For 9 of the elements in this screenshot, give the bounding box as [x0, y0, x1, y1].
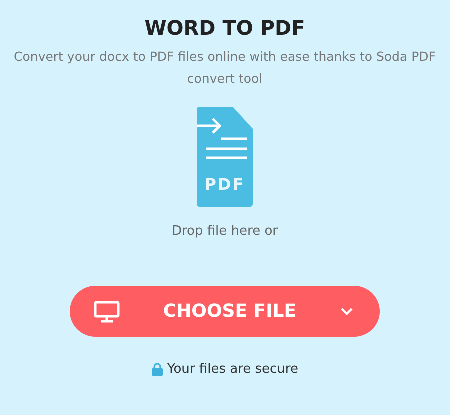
chevron-down-icon: [340, 306, 354, 316]
subtitle: Convert your docx to PDF files online with ease thanks to Soda PDF convert tool: [13, 48, 437, 88]
page-title: WORD TO PDF: [144, 16, 306, 40]
choose-file-button[interactable]: CHOOSE FILE: [70, 286, 380, 337]
drop-hint: Drop file here or: [172, 224, 278, 239]
lock-icon: [152, 363, 163, 376]
monitor-icon: [94, 300, 120, 322]
security-note: Your files are secure: [168, 362, 298, 377]
pdf-file-icon: PDF: [197, 107, 253, 207]
